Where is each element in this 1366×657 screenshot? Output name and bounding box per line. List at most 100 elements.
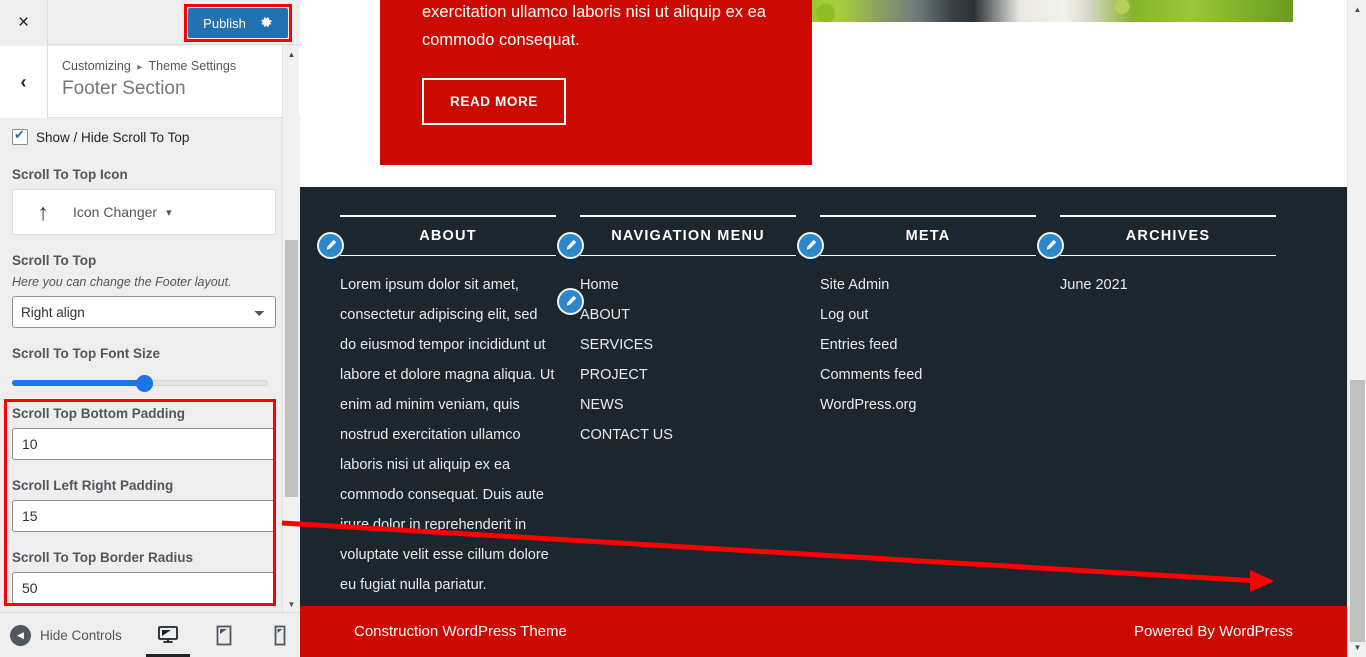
scroll-to-top-border-radius-input[interactable]: [12, 572, 276, 604]
footer-powered-by-text: Powered By WordPress: [1134, 623, 1293, 640]
footer-body-meta: Site Admin Log out Entries feed Comments…: [820, 270, 1036, 420]
scroll-to-top-layout-label: Scroll To Top: [12, 253, 97, 268]
slider-fill: [12, 380, 144, 386]
show-hide-scroll-to-top-row[interactable]: Show / Hide Scroll To Top: [12, 119, 276, 149]
footer-body-about: Lorem ipsum dolor sit amet, consectetur …: [340, 270, 584, 600]
footer-column-meta: META Site Admin Log out Entries feed Com…: [797, 215, 1060, 600]
publish-label: Publish: [203, 15, 246, 31]
sidebar-topbar: × Publish: [0, 0, 300, 45]
footer-heading-about: ABOUT: [340, 215, 556, 256]
tablet-icon: [216, 625, 232, 645]
scroll-to-top-icon-label: Scroll To Top Icon: [12, 167, 128, 182]
publish-button[interactable]: Publish: [188, 8, 288, 38]
site-preview-frame: exercitation ullamco laboris nisi ut ali…: [300, 0, 1366, 657]
back-button[interactable]: ‹: [0, 46, 48, 118]
footer-bottom-bar: Construction WordPress Theme Powered By …: [300, 606, 1347, 657]
list-item[interactable]: WordPress.org: [820, 390, 1036, 420]
breadcrumb-separator-icon: ▸: [137, 62, 143, 73]
preview-scroll-up-arrow-icon[interactable]: ▲: [1348, 0, 1366, 19]
list-item[interactable]: Entries feed: [820, 330, 1036, 360]
footer-column-about: ABOUT Lorem ipsum dolor sit amet, consec…: [317, 215, 584, 600]
list-item[interactable]: CONTACT US: [580, 420, 796, 450]
sidebar-scrollbar[interactable]: ▲ ▼: [282, 46, 299, 613]
list-item[interactable]: NEWS: [580, 390, 796, 420]
edit-widget-navigation-menu-icon[interactable]: [557, 232, 584, 259]
hide-controls-label: Hide Controls: [40, 627, 122, 643]
scroll-left-right-padding-label: Scroll Left Right Padding: [12, 478, 174, 493]
list-item[interactable]: June 2021: [1060, 270, 1276, 300]
scroll-left-right-padding-input[interactable]: [12, 500, 276, 532]
sidebar-controls-scroll-area: Show / Hide Scroll To Top Scroll To Top …: [0, 119, 300, 613]
edit-widget-meta-icon[interactable]: [797, 232, 824, 259]
preview-scroll-down-arrow-icon[interactable]: ▼: [1348, 638, 1366, 657]
footer-nav-list: Home ABOUT SERVICES PROJECT NEWS CONTACT…: [580, 270, 796, 450]
list-item[interactable]: PROJECT: [580, 360, 796, 390]
customizer-sidebar: × Publish ‹ Customizing ▸ Theme Settings…: [0, 0, 300, 657]
icon-changer-label: Icon Changer: [73, 204, 158, 220]
icon-changer-control[interactable]: ↑ Icon Changer ▾: [12, 189, 276, 235]
hide-controls-button[interactable]: ◀ Hide Controls: [10, 624, 122, 646]
scroll-down-arrow-icon[interactable]: ▼: [283, 596, 300, 613]
edit-widget-about-text-icon[interactable]: [557, 288, 584, 315]
chevron-left-icon: ‹: [20, 71, 27, 92]
chevron-down-icon: ▾: [166, 206, 172, 219]
tablet-preview-button[interactable]: [210, 613, 238, 657]
scroll-to-top-font-size-label: Scroll To Top Font Size: [12, 346, 160, 361]
close-icon: ×: [17, 11, 30, 33]
sidebar-scrollbar-thumb[interactable]: [285, 240, 298, 497]
close-customizer-button[interactable]: ×: [0, 0, 48, 45]
mobile-preview-button[interactable]: [266, 613, 294, 657]
chevron-left-circle-icon: ◀: [10, 624, 31, 646]
desktop-icon: [157, 626, 178, 643]
scroll-to-top-border-radius-label: Scroll To Top Border Radius: [12, 550, 194, 565]
footer-heading-meta: META: [820, 215, 1036, 256]
customizer-screen: × Publish ‹ Customizing ▸ Theme Settings…: [0, 0, 1366, 657]
footer-heading-archives: ARCHIVES: [1060, 215, 1276, 256]
gear-icon[interactable]: [260, 16, 273, 31]
edit-widget-about-heading-icon[interactable]: [317, 232, 344, 259]
scroll-to-top-layout-select[interactable]: Right align: [12, 296, 276, 328]
preview-scrollbar[interactable]: ▲ ▼: [1347, 0, 1366, 657]
footer-about-text: Lorem ipsum dolor sit amet, consectetur …: [340, 277, 555, 593]
slider-thumb[interactable]: [136, 375, 153, 392]
page-title: Footer Section: [62, 78, 186, 99]
arrow-up-icon: ↑: [37, 198, 49, 225]
read-more-button[interactable]: READ MORE: [422, 78, 566, 125]
footer-columns: ABOUT Lorem ipsum dolor sit amet, consec…: [317, 215, 1340, 600]
scroll-to-top-font-size-slider[interactable]: [12, 368, 276, 392]
breadcrumb-parent: Theme Settings: [148, 59, 237, 73]
scroll-to-top-layout-description: Here you can change the Footer layout.: [12, 275, 232, 289]
footer-body-navigation-menu: Home ABOUT SERVICES PROJECT NEWS CONTACT…: [580, 270, 796, 450]
list-item[interactable]: Home: [580, 270, 796, 300]
scroll-top-bottom-padding-input[interactable]: [12, 428, 276, 460]
scroll-top-bottom-padding-label: Scroll Top Bottom Padding: [12, 406, 185, 421]
footer-column-archives: ARCHIVES June 2021: [1037, 215, 1300, 600]
sidebar-footer: ◀ Hide Controls: [0, 612, 300, 657]
desktop-preview-button[interactable]: [145, 613, 190, 657]
list-item[interactable]: Comments feed: [820, 360, 1036, 390]
publish-highlight-annotation: Publish: [184, 4, 292, 42]
show-hide-scroll-to-top-label: Show / Hide Scroll To Top: [36, 129, 190, 145]
list-item[interactable]: SERVICES: [580, 330, 796, 360]
footer-column-navigation-menu: NAVIGATION MENU Home ABOUT SERVICES PROJ…: [557, 215, 820, 600]
list-item[interactable]: ABOUT: [580, 300, 796, 330]
device-preview-buttons: [145, 613, 294, 657]
mobile-icon: [274, 625, 286, 645]
footer-meta-list: Site Admin Log out Entries feed Comments…: [820, 270, 1036, 420]
edit-widget-archives-icon[interactable]: [1037, 232, 1064, 259]
breadcrumb-root: Customizing: [62, 59, 131, 73]
breadcrumb: Customizing ▸ Theme Settings: [62, 59, 236, 73]
footer-body-archives: June 2021: [1060, 270, 1276, 300]
footer-copyright-text: Construction WordPress Theme: [354, 623, 567, 640]
scroll-up-arrow-icon[interactable]: ▲: [283, 46, 300, 63]
hero-red-panel: exercitation ullamco laboris nisi ut ali…: [380, 0, 812, 165]
list-item[interactable]: Log out: [820, 300, 1036, 330]
footer-heading-navigation-menu: NAVIGATION MENU: [580, 215, 796, 256]
sidebar-section-header: ‹ Customizing ▸ Theme Settings Footer Se…: [0, 46, 300, 118]
preview-scrollbar-thumb[interactable]: [1350, 380, 1365, 642]
footer-widget-area: ABOUT Lorem ipsum dolor sit amet, consec…: [300, 187, 1347, 606]
show-hide-scroll-to-top-checkbox[interactable]: [12, 127, 28, 145]
list-item[interactable]: Site Admin: [820, 270, 1036, 300]
hero-paragraph: exercitation ullamco laboris nisi ut ali…: [422, 3, 766, 49]
footer-archives-list: June 2021: [1060, 270, 1276, 300]
